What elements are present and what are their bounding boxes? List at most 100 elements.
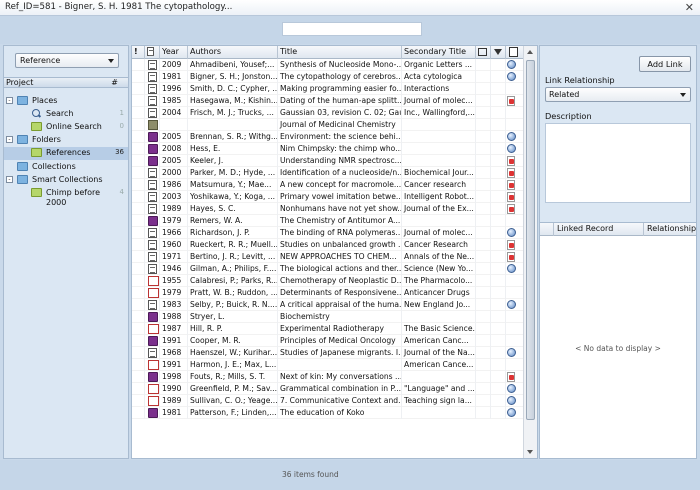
globe-icon[interactable] — [507, 264, 516, 273]
authors-cell: Selby, P.; Buick, R. N.... — [190, 299, 278, 311]
table-row[interactable]: 1991 Cooper, M. R. Principles of Medical O… — [132, 335, 524, 347]
empty-cell — [476, 359, 491, 371]
title-cell: The cytopathology of cerebros... — [280, 71, 402, 83]
add-link-button[interactable]: Add Link — [639, 56, 691, 72]
authors-cell: Hill, R. P. — [188, 323, 278, 335]
tree-item-count: 4 — [119, 188, 124, 196]
paper-icon — [148, 396, 159, 406]
empty-cell — [476, 155, 491, 167]
pdf-icon[interactable] — [507, 168, 515, 178]
empty-cell — [132, 59, 145, 71]
table-row[interactable]: 1979 Pratt, W. B.; Ruddon, ... Determinant… — [132, 287, 524, 299]
tree-item-search[interactable]: Search 1 — [4, 108, 128, 121]
globe-icon[interactable] — [507, 384, 516, 393]
secondary-title-cell: Teaching sign la... — [402, 395, 476, 407]
scroll-thumb[interactable] — [526, 60, 535, 420]
pdf-icon[interactable] — [507, 204, 515, 214]
pdf-icon[interactable] — [507, 192, 515, 202]
linked-record-column-header[interactable]: Linked Record — [554, 223, 644, 236]
pdf-icon[interactable] — [507, 252, 515, 262]
table-row[interactable]: 1987 Hill, R. P. Experimental Radiotherapy… — [132, 323, 524, 335]
globe-icon[interactable] — [507, 348, 516, 357]
journal-icon — [148, 120, 158, 130]
pdf-icon[interactable] — [507, 180, 515, 190]
book-icon — [148, 216, 158, 226]
secondary-title-column-header[interactable]: Secondary Title — [402, 46, 476, 59]
table-row[interactable]: 1979 Remers, W. A. The Chemistry of Antitu… — [132, 215, 524, 227]
table-row[interactable]: 1988 Stryer, L. Biochemistry — [132, 311, 524, 323]
table-row[interactable]: 2003 Yoshikawa, Y.; Koga, ... Primary vowe… — [132, 191, 524, 203]
table-row[interactable]: 2005 Brennan, S. R.; Withg... Environment:… — [132, 131, 524, 143]
authors-column-header[interactable]: Authors — [188, 46, 278, 59]
tree-item-places[interactable]: - Places — [4, 95, 128, 108]
table-row[interactable]: 1986 Matsumura, Y.; Mae... A new concept f… — [132, 179, 524, 191]
scroll-up-icon[interactable] — [527, 50, 533, 54]
table-row[interactable]: 1990 Greenfield, P. M.; Sav... Grammatical… — [132, 383, 524, 395]
tree-item-online-search[interactable]: Online Search 0 — [4, 121, 128, 134]
tree-item-collections[interactable]: Collections — [4, 161, 128, 174]
globe-icon[interactable] — [507, 300, 516, 309]
globe-icon[interactable] — [507, 60, 516, 69]
record-type-dropdown[interactable]: Reference — [15, 53, 119, 68]
relationship-column-header[interactable]: Relationship — [644, 223, 696, 236]
table-row[interactable]: 2005 Keeler, J. Understanding NMR spectros… — [132, 155, 524, 167]
globe-icon[interactable] — [507, 72, 516, 81]
table-row[interactable]: 1955 Calabresi, P.; Parks, R... Chemothera… — [132, 275, 524, 287]
tree-item-chimp-before[interactable]: Chimp before 2000 4 — [4, 187, 128, 211]
year-cell: 2005 — [160, 155, 188, 167]
authors-cell: Patterson, F.; Linden,... — [190, 407, 278, 419]
collapse-toggle-icon[interactable]: - — [6, 97, 13, 104]
table-row[interactable]: 1968 Haenszel, W.; Kurihar... Studies of J… — [132, 347, 524, 359]
table-row[interactable]: 1991 Harmon, J. E.; Max, L.... American Ca… — [132, 359, 524, 371]
empty-cell — [132, 347, 145, 359]
pdf-icon[interactable] — [507, 96, 515, 106]
attachment-cell — [506, 299, 524, 311]
description-textarea[interactable] — [545, 123, 691, 203]
table-row[interactable]: 1981 Bigner, S. H.; Jonston... The cytopat… — [132, 71, 524, 83]
collapse-toggle-icon[interactable]: - — [6, 136, 13, 143]
table-row[interactable]: Journal of Medicinal Chemistry — [132, 119, 524, 131]
empty-cell — [476, 203, 491, 215]
quick-search-input[interactable] — [282, 22, 422, 36]
table-row[interactable]: 1981 Patterson, F.; Linden,... The educati… — [132, 407, 524, 419]
table-row[interactable]: 1998 Fouts, R.; Mills, S. T. Next of kin: … — [132, 371, 524, 383]
globe-icon[interactable] — [507, 408, 516, 417]
table-row[interactable]: 1996 Smith, D. C.; Cypher, ... Making prog… — [132, 83, 524, 95]
globe-icon[interactable] — [507, 228, 516, 237]
globe-icon[interactable] — [507, 396, 516, 405]
flag-column-header[interactable]: ! — [132, 46, 145, 59]
table-row[interactable]: 1971 Bertino, J. R.; Levitt, ... NEW APPRO… — [132, 251, 524, 263]
scroll-down-icon[interactable] — [527, 450, 533, 454]
collapse-toggle-icon[interactable]: - — [6, 176, 13, 183]
grid-view-icon[interactable] — [476, 46, 491, 59]
table-row[interactable]: 2009 Ahmadibeni, Yousef;... Synthesis of N… — [132, 59, 524, 71]
globe-icon[interactable] — [507, 132, 516, 141]
tree-item-references[interactable]: References 36 — [4, 147, 128, 160]
table-row[interactable]: 1960 Rueckert, R. R.; Muell... Studies on … — [132, 239, 524, 251]
pdf-icon[interactable] — [507, 240, 515, 250]
link-relationship-value: Related — [549, 90, 580, 99]
table-row[interactable]: 1989 Sullivan, C. O.; Yeage... 7. Communic… — [132, 395, 524, 407]
year-cell: 1979 — [160, 287, 188, 299]
table-row[interactable]: 1985 Hasegawa, M.; Kishin... Dating of the… — [132, 95, 524, 107]
table-row[interactable]: 2004 Frisch, M. J.; Trucks, ... Gaussian 0… — [132, 107, 524, 119]
tree-item-folders[interactable]: - Folders — [4, 134, 128, 147]
attachment-column-header[interactable] — [506, 46, 524, 59]
filter-icon[interactable] — [491, 46, 506, 59]
title-column-header[interactable]: Title — [278, 46, 402, 59]
table-row[interactable]: 1983 Selby, P.; Buick, R. N.... A critical… — [132, 299, 524, 311]
table-row[interactable]: 1989 Hayes, S. C. Nonhumans have not yet s… — [132, 203, 524, 215]
tree-item-smart-collections[interactable]: - Smart Collections — [4, 174, 128, 187]
table-row[interactable]: 1946 Gilman, A.; Philips, F.... The biolog… — [132, 263, 524, 275]
link-relationship-dropdown[interactable]: Related — [545, 87, 691, 102]
grid-scrollbar[interactable] — [523, 46, 537, 458]
type-column-header[interactable] — [145, 46, 160, 59]
table-row[interactable]: 2000 Parker, M. D.; Hyde, ... Identificati… — [132, 167, 524, 179]
pdf-icon[interactable] — [507, 156, 515, 166]
table-row[interactable]: 1966 Richardson, J. P. The binding of RNA … — [132, 227, 524, 239]
table-row[interactable]: 2008 Hess, E. Nim Chimpsky: the chimp who.… — [132, 143, 524, 155]
year-column-header[interactable]: Year — [160, 46, 188, 59]
globe-icon[interactable] — [507, 144, 516, 153]
close-icon[interactable]: ✕ — [685, 1, 694, 14]
pdf-icon[interactable] — [507, 372, 515, 382]
